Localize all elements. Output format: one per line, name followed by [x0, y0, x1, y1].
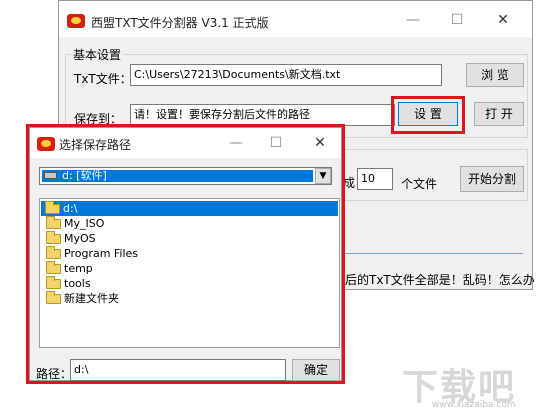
folder-icon: [46, 246, 61, 259]
split-count-input[interactable]: 10: [357, 168, 393, 190]
set-button[interactable]: 设 置: [398, 102, 458, 126]
folder-label: d:\: [63, 202, 78, 215]
folder-label: MyOS: [64, 232, 96, 245]
dialog-logo-icon: [37, 137, 55, 151]
path-input[interactable]: d:\: [70, 359, 286, 381]
folder-item[interactable]: d:\: [41, 201, 338, 216]
folder-label: Program Files: [64, 247, 139, 260]
txt-file-input[interactable]: C:\Users\27213\Documents\新文档.txt: [130, 64, 442, 86]
chevron-down-icon[interactable]: ▼: [315, 168, 331, 184]
drive-selected-value: d: [软件]: [42, 169, 313, 182]
drive-icon: [44, 172, 57, 179]
status-text: 后的TxT文件全部是！乱码！怎么办: [345, 273, 535, 287]
ok-button[interactable]: 确定: [292, 359, 340, 381]
open-button[interactable]: 打 开: [474, 102, 524, 126]
folder-icon: [46, 231, 61, 244]
save-path-dialog: 选择保存路径 — ☐ ✕ d: [软件] ▼ d:\ My_ISO MyOS P…: [29, 127, 342, 381]
folder-icon: [46, 291, 61, 304]
folder-list[interactable]: d:\ My_ISO MyOS Program Files temp tools…: [39, 198, 340, 348]
dialog-close-icon[interactable]: ✕: [302, 128, 338, 158]
browse-button[interactable]: 浏 览: [466, 63, 524, 87]
basic-settings-label: 基本设置: [71, 46, 124, 63]
folder-icon: [46, 276, 61, 289]
folder-icon: [46, 261, 61, 274]
folder-label: tools: [64, 277, 91, 290]
folder-icon: [46, 216, 61, 229]
folder-label: 新建文件夹: [64, 292, 119, 305]
minimize-icon[interactable]: —: [395, 5, 431, 35]
folder-label: My_ISO: [64, 217, 105, 230]
path-label: 路径：: [36, 367, 73, 381]
main-titlebar[interactable]: 西盟TXT文件分割器 V3.1 正式版 — ☐ ✕: [59, 1, 532, 37]
progress-line: [343, 253, 523, 254]
folder-label: temp: [64, 262, 93, 275]
folder-open-icon: [45, 201, 60, 214]
start-split-button[interactable]: 开始分割: [460, 166, 524, 192]
watermark-url: www.xiazaiba.com: [432, 400, 516, 410]
maximize-icon[interactable]: ☐: [439, 5, 475, 35]
dialog-maximize-icon[interactable]: ☐: [258, 128, 294, 158]
drive-label: d: [软件]: [62, 169, 107, 182]
txt-file-label: TxT文件：: [74, 72, 132, 86]
files-unit-label: 个文件: [401, 177, 438, 191]
dialog-titlebar[interactable]: 选择保存路径 — ☐ ✕: [30, 128, 341, 158]
dialog-minimize-icon[interactable]: —: [218, 128, 254, 158]
close-icon[interactable]: ✕: [485, 5, 521, 35]
drive-select[interactable]: d: [软件] ▼: [39, 167, 332, 185]
save-path-input[interactable]: 请！设置！要保存分割后文件的路径: [130, 104, 395, 126]
app-logo-icon: [67, 14, 85, 28]
main-window-title: 西盟TXT文件分割器 V3.1 正式版: [91, 16, 269, 30]
dialog-title: 选择保存路径: [59, 138, 132, 152]
